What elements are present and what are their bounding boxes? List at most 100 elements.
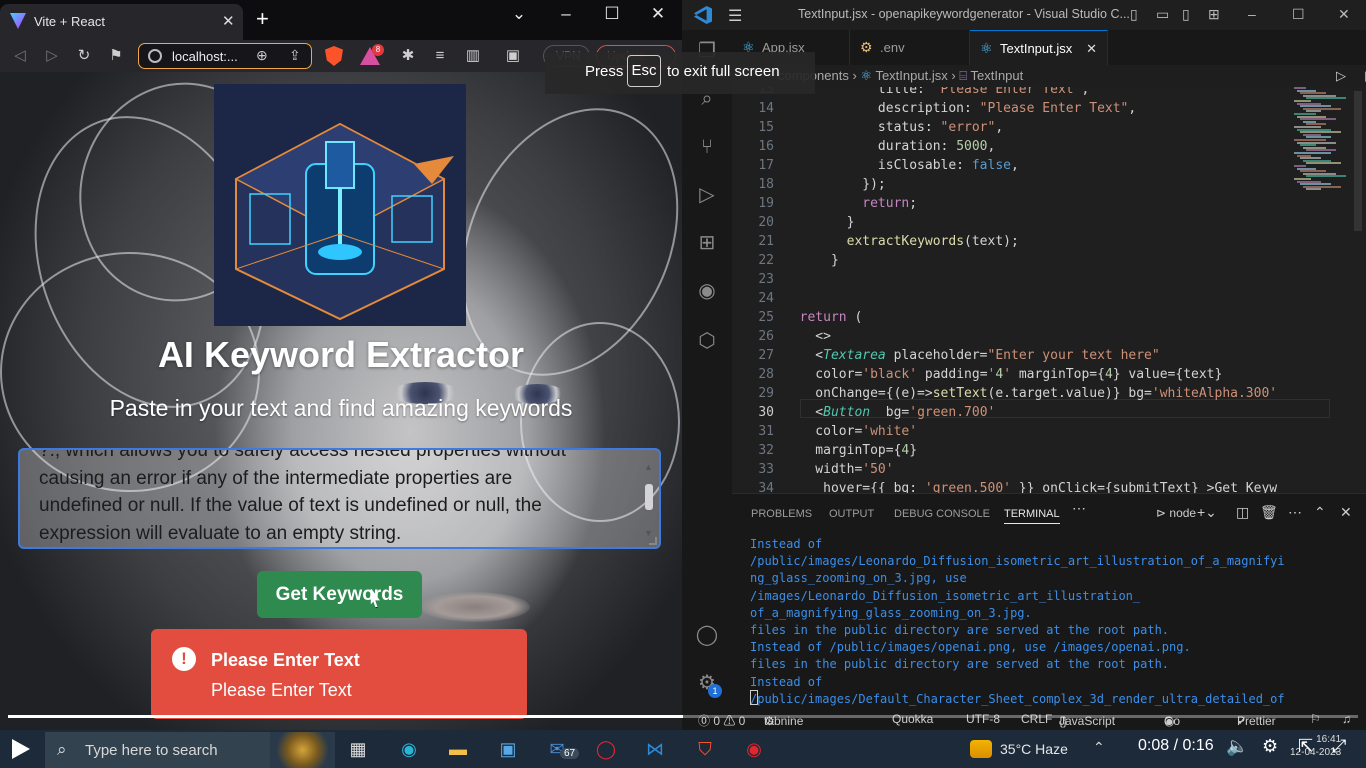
terminal-shell-selector[interactable]: ⊳ node [1156, 506, 1196, 520]
toggle-secondary-sidebar-icon[interactable]: ▯ [1182, 6, 1190, 23]
code-line: status: "error", [784, 120, 1004, 135]
zoom-icon[interactable]: ⊕ [256, 47, 268, 64]
panel-tab-output[interactable]: OUTPUT [829, 508, 874, 520]
close-window-button[interactable]: ✕ [646, 4, 670, 24]
code-line: _hover={{ bg: 'green.500' }} onClick={su… [784, 481, 1278, 493]
line-number: 22 [758, 253, 774, 268]
line-number: 30 [758, 405, 774, 420]
settings-gear-icon[interactable]: ⚙ [1262, 736, 1278, 757]
task-view-icon[interactable]: ▦ [344, 735, 372, 763]
video-progress-bar[interactable] [8, 715, 1358, 718]
back-icon[interactable]: ◁ [10, 46, 30, 66]
sidebar-icon[interactable]: ▥ [463, 46, 483, 66]
vscode-maximize-button[interactable]: ☐ [1292, 6, 1305, 23]
vscode-logo-icon [694, 6, 712, 24]
code-line: <Button bg='green.700' [784, 405, 996, 420]
close-tab-icon[interactable]: ✕ [222, 12, 235, 30]
code-editor[interactable]: 13 title: "Please Enter Text",14 descrip… [732, 87, 1366, 493]
customize-layout-icon[interactable]: ⊞ [1208, 6, 1220, 23]
status-bar: ⓪ 0 ⚠ 0 ⚙ tabnine starter Quokka UTF-8 C… [682, 710, 1366, 730]
microsoft-store-icon[interactable]: ▣ [494, 735, 522, 763]
textarea-scrollbar[interactable]: ▲ ▼ [643, 454, 655, 538]
close-tab-icon[interactable]: ✕ [1086, 31, 1097, 66]
code-line: return; [862, 196, 918, 211]
code-line: <> [784, 329, 831, 344]
close-panel-icon[interactable]: ✕ [1340, 504, 1352, 521]
panel-tab-terminal[interactable]: TERMINAL [1004, 508, 1060, 524]
tab-textinput-jsx[interactable]: ⚛ TextInput.jsx ✕ [970, 30, 1108, 65]
bottom-panel: PROBLEMS OUTPUT DEBUG CONSOLE TERMINAL ⋯… [732, 493, 1366, 730]
source-control-icon[interactable]: ⑂ [694, 134, 720, 160]
wallet-icon[interactable]: ▣ [503, 46, 523, 66]
maximize-button[interactable]: ☐ [600, 4, 624, 24]
show-hidden-icons-icon[interactable]: ⌃ [1093, 739, 1105, 756]
weather-haze-icon [970, 740, 992, 758]
fullscreen-notice-press: Press [585, 63, 624, 80]
share-icon[interactable]: ⇪ [289, 47, 301, 64]
app-subtitle: Paste in your text and find amazing keyw… [109, 395, 573, 421]
address-bar[interactable]: localhost:... ⊕ ⇪ [138, 43, 312, 69]
code-line: } [784, 253, 839, 268]
site-info-icon[interactable] [148, 49, 162, 63]
minimap[interactable] [1290, 87, 1350, 197]
address-url: localhost:... [172, 49, 238, 64]
terminal-output[interactable]: Instead of /public/images/Leonardo_Diffu… [750, 536, 1352, 730]
kill-terminal-icon[interactable]: 🗑 [1260, 504, 1278, 521]
panel-tab-debug-console[interactable]: DEBUG CONSOLE [894, 508, 990, 520]
recorder-icon[interactable]: ◉ [740, 735, 768, 763]
line-number: 31 [758, 424, 774, 439]
tab-env[interactable]: ⚙ .env [850, 30, 970, 65]
edge-browser-icon[interactable]: ◉ [395, 735, 423, 763]
vscode-close-button[interactable]: ✕ [1338, 6, 1350, 23]
opera-icon[interactable]: ◯ [592, 735, 620, 763]
esc-key-label: Esc [627, 55, 661, 87]
breadcrumb-file[interactable]: TextInput.jsx [875, 68, 947, 83]
scroll-thumb[interactable] [645, 484, 653, 510]
extensions-icon[interactable]: ⊞ [694, 230, 720, 256]
brave-taskbar-icon[interactable]: ⛉ [691, 735, 719, 763]
popout-icon[interactable]: ⇱ [1298, 736, 1313, 757]
browser-tab[interactable]: Vite + React ✕ [0, 4, 243, 40]
toggle-sidebar-icon[interactable]: ▯ [1130, 6, 1138, 23]
remote-explorer-icon[interactable]: ⬡ [694, 328, 720, 354]
breadcrumb-symbol[interactable]: TextInput [971, 68, 1024, 83]
panel-more-icon[interactable]: ⋯ [1072, 500, 1086, 517]
scroll-up-arrow-icon[interactable]: ▲ [644, 454, 653, 482]
vscode-minimize-button[interactable]: – [1248, 6, 1256, 22]
volume-icon[interactable]: 🔈 [1226, 736, 1248, 757]
hamburger-menu-icon[interactable]: ☰ [728, 6, 742, 26]
code-line: } [784, 215, 855, 230]
line-number: 28 [758, 367, 774, 382]
taskbar-search[interactable]: ⌕ Type here to search [45, 732, 335, 768]
toggle-panel-icon[interactable]: ▭ [1156, 6, 1169, 23]
vscode-window: ☰ TextInput.jsx - openapikeywordgenerato… [682, 0, 1366, 730]
terminal-more-icon[interactable]: ⋯ [1288, 504, 1302, 521]
playlist-icon[interactable]: ≡ [430, 46, 450, 66]
forward-icon[interactable]: ▷ [42, 46, 62, 66]
run-debug-icon[interactable]: ▷ [694, 182, 720, 208]
text-input-area[interactable]: ?., which allows you to safely access ne… [18, 448, 661, 549]
new-terminal-icon[interactable]: +⌄ [1197, 504, 1217, 521]
new-tab-button[interactable]: + [256, 8, 269, 30]
get-keywords-button[interactable]: Get Keywords [257, 571, 422, 618]
editor-scrollbar[interactable] [1351, 87, 1365, 493]
vscode-taskbar-icon[interactable]: ⋈ [641, 735, 669, 763]
symbol-icon: ⌸ [959, 68, 968, 83]
reload-icon[interactable]: ↻ [74, 46, 94, 66]
line-number: 18 [758, 177, 774, 192]
resize-handle[interactable] [649, 537, 657, 545]
maximize-panel-icon[interactable]: ⌃ [1314, 504, 1326, 521]
quokka-icon[interactable]: ◉ [694, 278, 720, 304]
panel-tab-problems[interactable]: PROBLEMS [751, 508, 812, 520]
tab-search-chevron-icon[interactable]: ⌄ [507, 4, 531, 24]
split-terminal-icon[interactable]: ◫ [1236, 504, 1249, 521]
extensions-icon[interactable]: ✱ [398, 46, 418, 66]
line-number: 19 [758, 196, 774, 211]
fullscreen-icon[interactable]: ⤢ [1332, 736, 1346, 757]
file-explorer-icon[interactable]: ▬ [444, 735, 472, 763]
accounts-icon[interactable]: ◯ [694, 622, 720, 648]
run-file-icon[interactable]: ▷ [1336, 68, 1346, 84]
code-line: <Textarea placeholder="Enter your text h… [784, 348, 1160, 363]
minimize-button[interactable]: – [554, 4, 578, 24]
bookmark-icon[interactable]: ⚑ [106, 46, 126, 66]
